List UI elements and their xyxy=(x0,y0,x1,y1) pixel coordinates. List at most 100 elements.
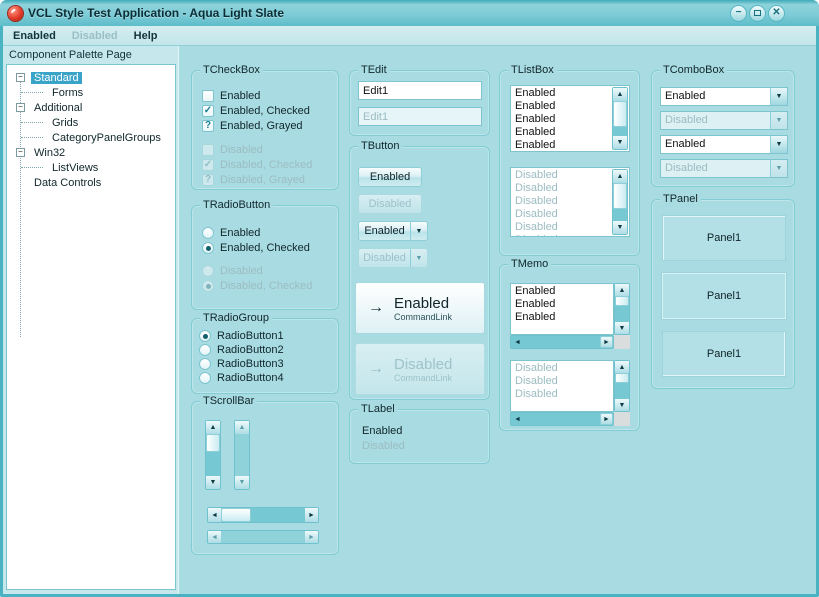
scroll-right-button[interactable]: ► xyxy=(600,336,613,348)
scroll-track[interactable] xyxy=(251,508,305,522)
tree-item-label[interactable]: Standard xyxy=(31,71,82,84)
scroll-thumb[interactable] xyxy=(613,101,627,127)
collapse-icon[interactable]: − xyxy=(16,103,25,112)
radio-enabled[interactable]: Enabled xyxy=(202,226,260,240)
checkbox-enabled-checked[interactable]: ✓ Enabled, Checked xyxy=(202,104,310,118)
list-item[interactable]: Enabled xyxy=(511,113,612,126)
tree-item-label[interactable]: Additional xyxy=(31,102,85,114)
memo-text[interactable]: Enabled Enabled Enabled xyxy=(510,283,614,335)
tree-item-forms[interactable]: Forms xyxy=(7,85,175,100)
tree-item-label[interactable]: Grids xyxy=(49,117,81,129)
checkbox-enabled-grayed[interactable]: ? Enabled, Grayed xyxy=(202,119,303,133)
tree-item-label[interactable]: Forms xyxy=(49,87,86,99)
scroll-up-button[interactable]: ▲ xyxy=(613,88,627,101)
horizontal-scrollbar-enabled[interactable]: ◄ ► xyxy=(207,507,319,523)
tree-item-categorypanelgroups[interactable]: CategoryPanelGroups xyxy=(7,130,175,145)
vertical-scrollbar[interactable]: ▲ ▼ xyxy=(614,283,630,335)
radiogroup-item-2[interactable]: RadioButton2 xyxy=(199,343,284,357)
tree-item-data-controls[interactable]: Data Controls xyxy=(7,175,175,190)
group-caption: TLabel xyxy=(358,403,398,415)
menu-help[interactable]: Help xyxy=(126,28,166,44)
combobox-value[interactable]: Enabled xyxy=(661,136,770,153)
list-item[interactable]: Enabled xyxy=(511,126,612,139)
scroll-left-button[interactable]: ◄ xyxy=(511,336,524,348)
scroll-right-button[interactable]: ► xyxy=(305,508,318,522)
title-bar[interactable]: VCL Style Test Application - Aqua Light … xyxy=(0,0,819,26)
minimize-button[interactable]: − xyxy=(730,5,747,22)
vertical-scrollbar: ▲ ▼ xyxy=(612,169,628,235)
scroll-track[interactable] xyxy=(613,127,627,136)
list-item[interactable]: Enabled xyxy=(511,87,612,100)
scroll-track[interactable] xyxy=(615,306,629,322)
radiogroup-item-3[interactable]: RadioButton3 xyxy=(199,357,284,371)
combobox-enabled-1[interactable]: Enabled ▼ xyxy=(660,87,788,106)
collapse-icon[interactable]: − xyxy=(16,148,25,157)
list-item[interactable]: Enabled xyxy=(511,139,612,151)
close-icon: ✕ xyxy=(772,7,781,18)
tree-item-standard[interactable]: − Standard xyxy=(7,70,175,85)
scroll-thumb[interactable] xyxy=(221,508,251,522)
scroll-thumb xyxy=(615,373,629,383)
listbox-enabled[interactable]: Enabled Enabled Enabled Enabled Enabled … xyxy=(510,85,630,152)
vertical-scrollbar-enabled[interactable]: ▲ ▼ xyxy=(205,420,221,490)
tree-item-grids[interactable]: Grids xyxy=(7,115,175,130)
radio-checked-icon xyxy=(202,280,214,292)
memo-enabled[interactable]: Enabled Enabled Enabled ▲ ▼ ◄ ► xyxy=(510,283,630,349)
button-disabled: Disabled xyxy=(358,194,422,214)
chevron-down-icon: ▼ xyxy=(415,227,423,235)
scroll-down-button[interactable]: ▼ xyxy=(615,322,629,334)
combobox-enabled-2[interactable]: Enabled ▼ xyxy=(660,135,788,154)
horizontal-scrollbar[interactable]: ◄ ► xyxy=(510,335,614,349)
scroll-down-button[interactable]: ▼ xyxy=(206,476,220,489)
scroll-track[interactable] xyxy=(524,336,600,348)
scroll-track[interactable] xyxy=(206,452,220,476)
collapse-icon[interactable]: − xyxy=(16,73,25,82)
scroll-up-button: ▲ xyxy=(235,421,249,434)
commandlink-enabled[interactable]: → Enabled CommandLink xyxy=(355,282,485,334)
combobox-dropdown-button[interactable]: ▼ xyxy=(770,136,787,153)
checkbox-enabled[interactable]: Enabled xyxy=(202,89,260,103)
component-tree[interactable]: − Standard Forms − Additional Grids Cate… xyxy=(6,64,176,590)
scroll-thumb[interactable] xyxy=(615,296,629,306)
scroll-thumb[interactable] xyxy=(206,434,220,452)
tree-item-win32[interactable]: − Win32 xyxy=(7,145,175,160)
radio-label: RadioButton4 xyxy=(217,372,284,384)
tree-item-label[interactable]: ListViews xyxy=(49,162,101,174)
close-button[interactable]: ✕ xyxy=(768,5,785,22)
label-text: Enabled xyxy=(362,425,403,437)
scroll-up-button[interactable]: ▲ xyxy=(615,284,629,296)
scroll-up-button[interactable]: ▲ xyxy=(206,421,220,434)
edit-enabled[interactable] xyxy=(358,81,482,100)
tree-item-listviews[interactable]: ListViews xyxy=(7,160,175,175)
label-disabled: Disabled xyxy=(362,439,405,453)
tree-item-label[interactable]: Win32 xyxy=(31,147,68,159)
scroll-down-button: ▼ xyxy=(235,476,249,489)
combobox-dropdown-button[interactable]: ▼ xyxy=(770,88,787,105)
checkbox-checked-icon: ✓ xyxy=(202,105,214,117)
tree-item-additional[interactable]: − Additional xyxy=(7,100,175,115)
list-item[interactable]: Enabled xyxy=(511,100,612,113)
combobox-value[interactable]: Enabled xyxy=(661,88,770,105)
checkbox-grayed-icon: ? xyxy=(202,120,214,132)
maximize-button[interactable] xyxy=(749,5,766,22)
radio-icon xyxy=(199,344,211,356)
vertical-scrollbar[interactable]: ▲ ▼ xyxy=(612,87,628,150)
button-label: Disabled xyxy=(363,252,406,264)
dropdown-arrow-button[interactable]: ▼ xyxy=(410,222,427,240)
dropdown-button-enabled[interactable]: Enabled ▼ xyxy=(358,221,428,241)
edit-disabled xyxy=(358,107,482,126)
down-arrow-icon: ▼ xyxy=(209,479,217,486)
tree-item-label[interactable]: CategoryPanelGroups xyxy=(49,132,164,144)
radiogroup-item-1[interactable]: RadioButton1 xyxy=(199,329,284,343)
button-enabled[interactable]: Enabled xyxy=(358,167,422,187)
tree-item-label[interactable]: Data Controls xyxy=(31,177,104,189)
scroll-left-button[interactable]: ◄ xyxy=(208,508,221,522)
radio-icon xyxy=(199,358,211,370)
group-tbutton: TButton Enabled Disabled Enabled ▼ Disab… xyxy=(349,140,490,400)
button-label: Enabled xyxy=(364,225,405,237)
radiogroup-item-4[interactable]: RadioButton4 xyxy=(199,371,284,385)
radio-enabled-checked[interactable]: Enabled, Checked xyxy=(202,241,310,255)
listbox-items[interactable]: Enabled Enabled Enabled Enabled Enabled … xyxy=(511,87,612,151)
menu-enabled[interactable]: Enabled xyxy=(5,28,64,44)
scroll-down-button[interactable]: ▼ xyxy=(613,136,627,149)
